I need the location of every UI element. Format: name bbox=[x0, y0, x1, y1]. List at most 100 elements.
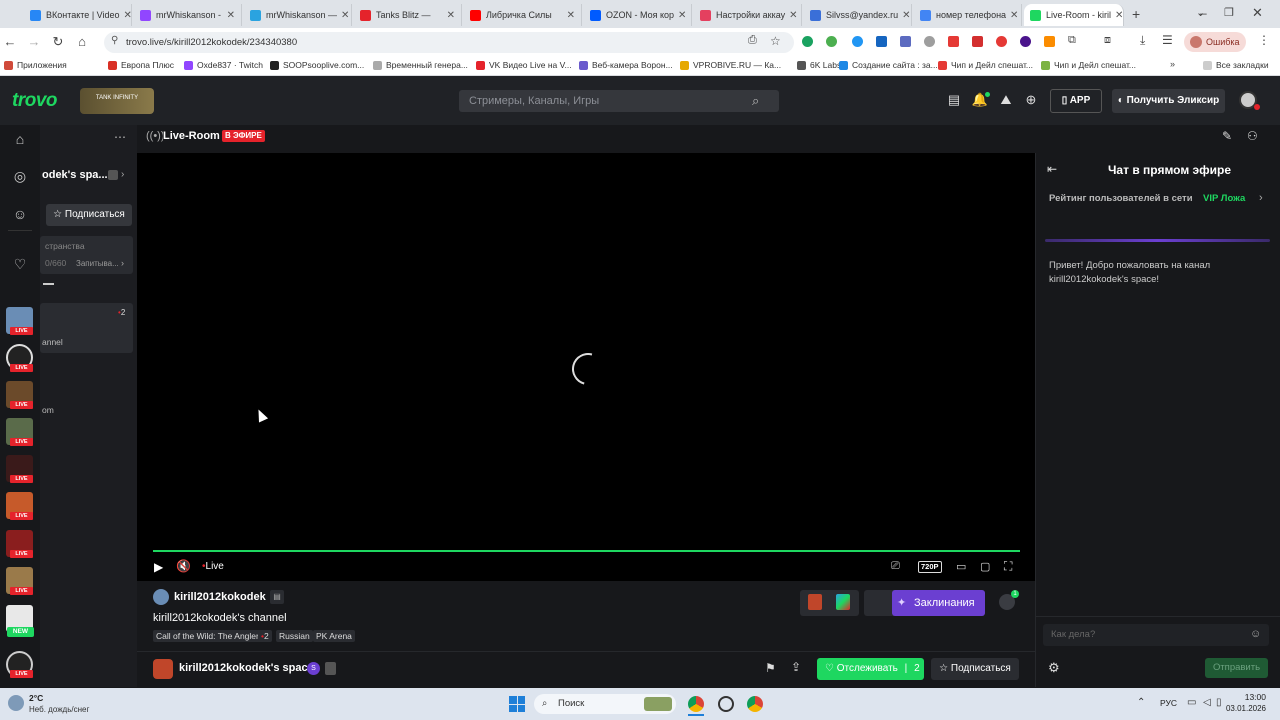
quality-selector[interactable]: 720P bbox=[918, 561, 942, 573]
emoji-icon[interactable]: ☺ bbox=[1250, 628, 1261, 640]
gift-icon[interactable] bbox=[808, 594, 822, 610]
close-tab-icon[interactable]: ✕ bbox=[563, 10, 575, 21]
chevron-right-icon[interactable]: › bbox=[121, 258, 124, 268]
collapse-chat-icon[interactable]: ⇤ bbox=[1047, 162, 1057, 176]
following-heart-icon[interactable]: ♡ bbox=[9, 253, 31, 275]
home-icon[interactable]: ⌂ bbox=[9, 128, 31, 150]
apps-icon[interactable] bbox=[836, 594, 850, 610]
browser-tab[interactable]: Настройки аккау ✕ bbox=[694, 4, 802, 26]
tank-banner[interactable]: TANK INFINITY bbox=[80, 88, 154, 114]
report-flag-icon[interactable]: ⚑ bbox=[765, 661, 776, 675]
forward-icon[interactable]: → bbox=[26, 34, 42, 49]
bookmark-item[interactable]: Чип и Дейл спешат... bbox=[1041, 60, 1136, 70]
bookmark-item[interactable]: Веб-камера Ворон... bbox=[579, 60, 673, 70]
mountain-icon[interactable]: ⛰ bbox=[997, 92, 1015, 110]
chevron-right-icon[interactable]: › bbox=[1259, 192, 1263, 204]
close-tab-icon[interactable]: ✕ bbox=[1006, 10, 1018, 21]
message-icon[interactable]: ▤ bbox=[945, 92, 963, 110]
home-icon[interactable]: ⌂ bbox=[74, 34, 90, 49]
globe-icon[interactable]: ⊕ bbox=[1022, 92, 1040, 110]
side-channel-name[interactable]: odek's spa... bbox=[42, 169, 108, 181]
send-button[interactable]: Отправить bbox=[1205, 658, 1268, 678]
language-tag[interactable]: Russian bbox=[276, 630, 313, 642]
subscribe-button[interactable]: ☆ Подписаться bbox=[931, 658, 1019, 680]
minimize-icon[interactable]: – bbox=[1200, 6, 1207, 20]
explore-icon[interactable]: ◎ bbox=[9, 165, 31, 187]
bookmark-item[interactable]: Временный генера... bbox=[373, 60, 468, 70]
close-tab-icon[interactable]: ✕ bbox=[337, 10, 349, 21]
kebab-menu-icon[interactable]: ⋮ bbox=[1258, 33, 1270, 47]
spells-button[interactable]: ✦ Заклинания bbox=[892, 590, 985, 616]
bookmark-item[interactable]: VPROBIVE.RU — Ка... bbox=[680, 60, 781, 70]
clip-icon[interactable]: ⎚ bbox=[891, 560, 900, 573]
close-window-icon[interactable]: ✕ bbox=[1252, 5, 1263, 21]
extension-icon[interactable] bbox=[972, 36, 983, 47]
browser-tab[interactable]: Tanks Blitz — ✕ bbox=[354, 4, 462, 26]
get-elixir-button[interactable]: ◐ Получить Эликсир bbox=[1112, 89, 1225, 113]
browser-tab[interactable]: OZON - Моя кор ✕ bbox=[584, 4, 692, 26]
extension-icon[interactable] bbox=[826, 36, 837, 47]
chat-input[interactable]: Как дела? bbox=[1043, 624, 1269, 646]
search-input[interactable]: Стримеры, Каналы, Игры bbox=[459, 90, 779, 112]
site-info-icon[interactable]: ⚲ bbox=[111, 35, 118, 46]
fullscreen-icon[interactable]: ⛶ bbox=[1004, 559, 1012, 574]
install-icon[interactable]: ⎙ bbox=[748, 34, 757, 47]
streamer-name[interactable]: kirill2012kokodek bbox=[174, 591, 266, 603]
extension-icon[interactable] bbox=[948, 36, 959, 47]
weather-desc[interactable]: Неб. дождь/снег bbox=[29, 705, 89, 714]
close-tab-icon[interactable]: ✕ bbox=[1111, 10, 1123, 21]
browser-tab[interactable]: ВКонтакте | Video ✕ bbox=[24, 4, 132, 26]
windows-start-icon[interactable] bbox=[509, 696, 525, 712]
browser-tab[interactable]: номер телефона ✕ bbox=[914, 4, 1022, 26]
streamer-avatar[interactable] bbox=[153, 589, 169, 605]
extension-icon[interactable] bbox=[900, 36, 911, 47]
taskbar-search[interactable]: ⌕ Поиск bbox=[534, 694, 676, 714]
theater-icon[interactable]: ▢ bbox=[980, 560, 990, 573]
browser-tab[interactable]: Silvss@yandex.ru ✕ bbox=[804, 4, 912, 26]
extension-icon[interactable] bbox=[924, 36, 935, 47]
close-tab-icon[interactable]: ✕ bbox=[223, 10, 235, 21]
pin-icon[interactable]: ✎ bbox=[1222, 129, 1232, 143]
extension-icon[interactable] bbox=[1020, 36, 1031, 47]
network-icon[interactable]: ▭ bbox=[1187, 697, 1196, 708]
tray-chevron-icon[interactable]: ⌃ bbox=[1137, 697, 1145, 708]
collapse-bar[interactable] bbox=[43, 283, 54, 285]
bookmark-item[interactable]: 6K Labs bbox=[797, 60, 841, 70]
puzzle-icon[interactable]: ⧉ bbox=[1068, 34, 1076, 47]
extension-icon[interactable] bbox=[1044, 36, 1055, 47]
chrome-icon[interactable] bbox=[688, 696, 704, 712]
arena-tag[interactable]: PK Arena bbox=[313, 630, 355, 642]
bookmark-item[interactable]: Oxde837 · Twitch bbox=[184, 60, 263, 70]
share-icon[interactable]: ⇪ bbox=[791, 660, 801, 674]
bookmark-item[interactable]: Чип и Дейл спешат... bbox=[938, 60, 1033, 70]
close-tab-icon[interactable]: ✕ bbox=[443, 10, 455, 21]
app-icon[interactable] bbox=[718, 696, 734, 712]
bookmark-item[interactable]: SOOPsooplive.com... bbox=[270, 60, 364, 70]
chrome-icon[interactable] bbox=[747, 696, 763, 712]
volume-icon[interactable]: ◁ bbox=[1203, 697, 1211, 708]
side-subscribe-button[interactable]: ☆ Подписаться bbox=[46, 204, 132, 226]
space-avatar[interactable] bbox=[153, 659, 173, 679]
more-icon[interactable]: ⋯ bbox=[114, 130, 126, 144]
category-tag[interactable]: Call of the Wild: The Angler bbox=[153, 630, 262, 642]
close-tab-icon[interactable]: ✕ bbox=[674, 10, 686, 21]
download-icon[interactable]: ⤓ bbox=[1140, 33, 1145, 48]
progress-bar[interactable] bbox=[153, 550, 1020, 552]
browser-tab[interactable]: Либричка Силы ✕ bbox=[464, 4, 582, 26]
bookmark-item[interactable]: Создание сайта : за... bbox=[839, 60, 938, 70]
browser-tab[interactable]: mrWhiskanson — ✕ bbox=[244, 4, 352, 26]
menu-lines-icon[interactable]: ☰ bbox=[1162, 33, 1173, 47]
back-icon[interactable]: ← bbox=[2, 34, 18, 49]
language-indicator[interactable]: РУС bbox=[1160, 698, 1177, 708]
extension-icon[interactable] bbox=[852, 36, 863, 47]
chat-settings-icon[interactable]: ⚙ bbox=[1048, 660, 1060, 676]
bookmark-item[interactable]: VK Видео Live на V... bbox=[476, 60, 572, 70]
profile-icon[interactable]: ☺ bbox=[9, 203, 31, 225]
extension-icon[interactable] bbox=[996, 36, 1007, 47]
url-field[interactable]: trovo.live/s/kirill2012kokodek/234340380 bbox=[104, 32, 794, 53]
rating-tab[interactable]: Рейтинг пользователей в сети bbox=[1049, 193, 1193, 204]
close-tab-icon[interactable]: ✕ bbox=[785, 10, 797, 21]
bookmark-item[interactable]: Европа Плюс bbox=[108, 60, 174, 70]
bookmark-item[interactable]: Приложения bbox=[4, 60, 67, 70]
chevron-right-icon[interactable]: › bbox=[121, 169, 124, 180]
